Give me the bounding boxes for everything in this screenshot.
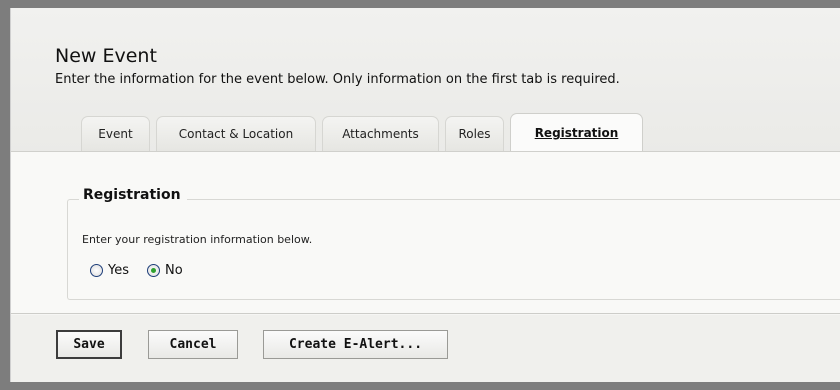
page-title: New Event — [55, 45, 157, 67]
registration-legend: Registration — [79, 187, 187, 203]
event-dialog: New Event Enter the information for the … — [10, 8, 840, 382]
registration-fieldset — [67, 199, 840, 300]
save-button[interactable]: Save — [56, 330, 122, 359]
tab-contact-location[interactable]: Contact & Location — [156, 116, 316, 151]
create-e-alert-button[interactable]: Create E-Alert... — [263, 330, 448, 359]
tab-bar: Event Contact & Location Attachments Rol… — [81, 111, 649, 152]
cancel-button[interactable]: Cancel — [148, 330, 238, 359]
radio-no[interactable] — [147, 264, 160, 277]
window-frame: New Event Enter the information for the … — [0, 0, 840, 390]
registration-radio-group: Yes No — [90, 263, 201, 278]
radio-yes-label[interactable]: Yes — [108, 263, 129, 278]
tab-registration[interactable]: Registration — [510, 113, 643, 152]
page-subtitle: Enter the information for the event belo… — [55, 72, 620, 87]
registration-instructions: Enter your registration information belo… — [82, 233, 313, 246]
tab-event[interactable]: Event — [81, 116, 150, 151]
tab-attachments[interactable]: Attachments — [322, 116, 439, 151]
radio-yes[interactable] — [90, 264, 103, 277]
radio-selected-dot-icon — [151, 268, 156, 273]
tab-roles[interactable]: Roles — [445, 116, 504, 151]
radio-no-label[interactable]: No — [165, 263, 183, 278]
tab-panel-registration: Registration Enter your registration inf… — [11, 151, 840, 314]
